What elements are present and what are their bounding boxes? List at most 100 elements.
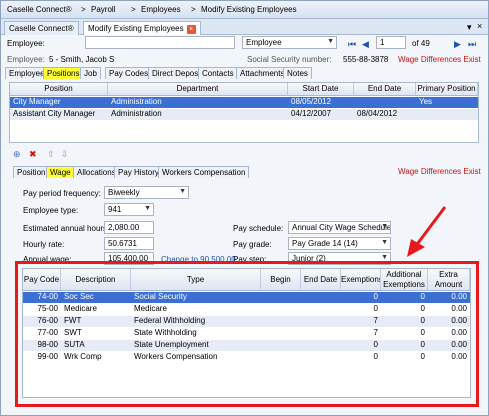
cell-pay-code: 74-00 (37, 292, 58, 301)
tab-notes[interactable]: Notes (283, 67, 312, 79)
tab-contacts[interactable]: Contacts (198, 67, 238, 79)
col-start-date[interactable]: Start Date (288, 83, 354, 96)
col-department[interactable]: Department (108, 83, 288, 96)
table-row[interactable]: City Manager Administration 08/05/2012 Y… (10, 97, 478, 108)
close-icon[interactable]: × (477, 21, 482, 31)
pay-schedule-value: Annual City Wage Schedule (292, 223, 391, 232)
move-down-icon[interactable]: ⇩ (61, 149, 69, 160)
cell-type: State Withholding (134, 328, 197, 337)
tab-wage[interactable]: Wage (46, 166, 75, 178)
table-row[interactable]: 98-00 SUTA State Unemployment 0 0 0.00 (23, 340, 470, 351)
cell-pay-code: 76-00 (37, 316, 58, 325)
employee-label: Employee: (7, 39, 45, 48)
tab-positions[interactable]: Positions (43, 67, 84, 79)
cell-description: Medicare (64, 304, 97, 313)
cell-exemptions: 0 (373, 352, 378, 361)
add-icon[interactable]: ⊕ (13, 149, 21, 160)
employee-mode-value: Employee (246, 38, 282, 47)
col-end-date[interactable]: End Date (301, 269, 341, 291)
annual-hours-input[interactable]: 2,080.00 (104, 221, 154, 234)
cell-pay-code: 99-00 (37, 352, 58, 361)
cell-end-date: 08/04/2012 (357, 109, 398, 118)
pay-schedule-label: Pay schedule: (233, 224, 284, 233)
cell-pay-code: 77-00 (37, 328, 58, 337)
cell-extra-amount: 0.00 (451, 352, 467, 361)
tab-job[interactable]: Job (80, 67, 101, 79)
employee-type-value: 941 (108, 205, 122, 214)
chevron-down-icon[interactable]: ▾ (467, 22, 472, 33)
employee-search-input[interactable] (85, 36, 235, 49)
hourly-rate-label: Hourly rate: (23, 240, 65, 249)
chevron-down-icon: ▼ (327, 38, 334, 45)
col-position[interactable]: Position (10, 83, 108, 96)
cell-additional-exemptions: 0 (420, 316, 425, 325)
crumb-modify[interactable]: Modify Existing Employees (201, 5, 297, 14)
first-record-icon[interactable]: ⏮ (348, 39, 356, 50)
employee-name-label: Employee: (7, 55, 45, 64)
ssn-label: Social Security number: (247, 55, 332, 64)
table-row[interactable]: 76-00 FWT Federal Withholding 7 0 0.00 (23, 316, 470, 327)
table-row[interactable]: 99-00 Wrk Comp Workers Compensation 0 0 … (23, 352, 470, 363)
employee-type-select[interactable]: 941 ▼ (104, 203, 154, 216)
previous-record-icon[interactable]: ◀ (362, 39, 369, 50)
chevron-down-icon: ▼ (381, 239, 388, 246)
pay-schedule-select[interactable]: Annual City Wage Schedule ▼ (288, 221, 391, 234)
pay-period-select[interactable]: Biweekly ▼ (104, 186, 189, 199)
cell-exemptions: 0 (373, 340, 378, 349)
last-record-icon[interactable]: ⏭ (468, 39, 476, 50)
crumb-home[interactable]: Caselle Connect® (7, 5, 72, 14)
tab-pay-codes[interactable]: Pay Codes (105, 67, 153, 79)
cell-department: Administration (111, 109, 162, 118)
col-primary-position[interactable]: Primary Position (416, 83, 478, 96)
col-pay-code[interactable]: Pay Code (23, 269, 61, 291)
col-begin-date[interactable]: Begin Date (261, 269, 301, 291)
tab-allocations[interactable]: Allocations (73, 166, 120, 178)
delete-icon[interactable]: ✖ (29, 149, 37, 160)
col-extra-amount[interactable]: Extra Amount (428, 269, 470, 291)
col-end-date[interactable]: End Date (354, 83, 416, 96)
record-number-input[interactable]: 1 (376, 36, 406, 49)
cell-exemptions: 0 (373, 292, 378, 301)
cell-position: Assistant City Manager (13, 109, 96, 118)
cell-extra-amount: 0.00 (451, 304, 467, 313)
table-row[interactable]: 75-00 Medicare Medicare 0 0 0.00 (23, 304, 470, 315)
table-row[interactable]: Assistant City Manager Administration 04… (10, 109, 478, 120)
tab-attachments[interactable]: Attachments (236, 67, 289, 79)
next-record-icon[interactable]: ▶ (454, 39, 461, 50)
cell-exemptions: 7 (373, 316, 378, 325)
table-row[interactable]: 77-00 SWT State Withholding 7 0 0.00 (23, 328, 470, 339)
move-up-icon[interactable]: ⇧ (47, 149, 55, 160)
pay-grade-select[interactable]: Pay Grade 14 (14) ▼ (288, 237, 391, 250)
cell-additional-exemptions: 0 (420, 292, 425, 301)
crumb-sep-icon: > (191, 5, 196, 14)
cell-pay-code: 98-00 (37, 340, 58, 349)
crumb-payroll[interactable]: Payroll (91, 5, 115, 14)
tab-position[interactable]: Position (13, 166, 50, 178)
tab-caselle[interactable]: Caselle Connect® (4, 21, 79, 35)
col-description[interactable]: Description (61, 269, 131, 291)
wage-differences-sub-warning: Wage Differences Exist (398, 167, 481, 176)
crumb-employees[interactable]: Employees (141, 5, 181, 14)
cell-extra-amount: 0.00 (451, 316, 467, 325)
tab-pay-history[interactable]: Pay History (114, 166, 163, 178)
hourly-rate-input[interactable]: 50.6731 (104, 237, 154, 250)
tab-modify-employees[interactable]: Modify Existing Employees × (83, 21, 201, 35)
col-exemptions[interactable]: Exemptions (341, 269, 381, 291)
tab-modify-label: Modify Existing Employees (88, 24, 184, 33)
cell-additional-exemptions: 0 (420, 304, 425, 313)
chevron-down-icon: ▼ (144, 205, 151, 212)
close-icon[interactable]: × (186, 25, 196, 34)
annual-hours-label: Estimated annual hours: (23, 224, 110, 233)
table-row[interactable]: 74-00 Soc Sec Social Security 0 0 0.00 (23, 292, 470, 303)
tab-workers-compensation[interactable]: Workers Compensation (158, 166, 250, 178)
cell-exemptions: 7 (373, 328, 378, 337)
col-type[interactable]: Type (131, 269, 261, 291)
cell-description: Soc Sec (64, 292, 94, 301)
ssn-value: 555-88-3878 (343, 55, 389, 64)
cell-additional-exemptions: 0 (420, 340, 425, 349)
col-additional-exemptions[interactable]: Additional Exemptions (381, 269, 428, 291)
employee-mode-select[interactable]: Employee ▼ (242, 36, 337, 49)
employee-type-label: Employee type: (23, 206, 79, 215)
document-tabs: Caselle Connect® Modify Existing Employe… (1, 19, 488, 35)
pay-period-label: Pay period frequency: (23, 189, 101, 198)
